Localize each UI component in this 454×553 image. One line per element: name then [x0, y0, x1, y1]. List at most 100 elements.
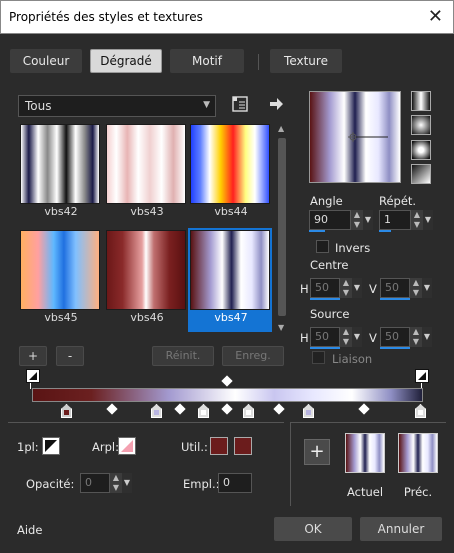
- gradient-swatch: [106, 124, 186, 204]
- midpoint-icon[interactable]: [106, 403, 118, 415]
- source-h-input[interactable]: 50: [310, 327, 340, 347]
- gradient-grid: vbs42 vbs43 vbs44 vbs45 vbs46 vbs47: [20, 124, 272, 334]
- add-stop-button[interactable]: +: [19, 346, 47, 366]
- gradient-swatch: [106, 230, 186, 310]
- angle-dropdown-icon[interactable]: ▼: [363, 210, 373, 230]
- angle-input[interactable]: 90: [309, 210, 351, 230]
- gradient-label: vbs43: [130, 205, 164, 218]
- opacity-label: Opacité:: [26, 477, 75, 491]
- repeats-dropdown-icon[interactable]: ▼: [423, 210, 433, 230]
- color-stop[interactable]: [61, 404, 72, 418]
- opacity-spinner[interactable]: ▲ ▼: [110, 473, 122, 493]
- source-v-spinner[interactable]: ▲ ▼: [410, 327, 422, 347]
- user-color-label: Util.:: [181, 440, 208, 454]
- opacity-midpoint-icon[interactable]: [221, 375, 233, 387]
- midpoint-icon[interactable]: [221, 403, 233, 415]
- gradient-bar[interactable]: [32, 388, 423, 402]
- current-preview[interactable]: [345, 433, 385, 473]
- scroll-up-icon[interactable]: ▲: [278, 124, 284, 133]
- ok-button[interactable]: OK: [274, 517, 352, 541]
- center-h-slider[interactable]: [310, 298, 340, 300]
- repeats-slider[interactable]: [379, 230, 391, 232]
- save-button[interactable]: Enreg.: [222, 346, 284, 366]
- tab-couleur[interactable]: Couleur: [10, 49, 82, 73]
- previous-preview[interactable]: [398, 433, 438, 473]
- open-library-icon[interactable]: [232, 96, 248, 112]
- source-h-dropdown-icon[interactable]: ▼: [352, 327, 362, 347]
- angle-spinner[interactable]: ▲ ▼: [351, 210, 363, 230]
- link-checkbox[interactable]: [312, 351, 325, 364]
- gradient-label: vbs44: [214, 205, 248, 218]
- color-stop[interactable]: [415, 404, 426, 418]
- repeats-spinner[interactable]: ▲ ▼: [411, 210, 423, 230]
- title-bar: Propriétés des styles et textures ✕: [0, 0, 454, 34]
- opacity-stop-end[interactable]: [415, 369, 429, 383]
- color-stop[interactable]: [151, 404, 162, 418]
- close-icon[interactable]: ✕: [428, 6, 443, 27]
- gradient-cell[interactable]: vbs44: [190, 124, 272, 220]
- arrow-right-icon[interactable]: [268, 96, 284, 112]
- color-stop[interactable]: [243, 404, 254, 418]
- source-v-dropdown-icon[interactable]: ▼: [422, 327, 432, 347]
- source-h-slider[interactable]: [310, 347, 340, 349]
- sunburst-type-icon[interactable]: [411, 140, 431, 160]
- help-link[interactable]: Aide: [17, 523, 42, 537]
- midpoint-icon[interactable]: [358, 403, 370, 415]
- color-stop[interactable]: [303, 404, 314, 418]
- tab-degrade[interactable]: Dégradé: [90, 49, 162, 73]
- gradient-cell[interactable]: vbs43: [106, 124, 188, 220]
- rectangular-type-icon[interactable]: [411, 115, 431, 135]
- color-stop[interactable]: [198, 404, 209, 418]
- center-v-input[interactable]: 50: [380, 278, 410, 298]
- cancel-button[interactable]: Annuler: [360, 517, 442, 541]
- tab-motif[interactable]: Motif: [170, 49, 244, 73]
- gradient-cell[interactable]: vbs46: [106, 230, 188, 326]
- center-label: Centre: [310, 258, 349, 272]
- center-h-spinner[interactable]: ▲ ▼: [340, 278, 352, 298]
- opacity-stop-start[interactable]: [26, 369, 40, 383]
- gradient-swatch: [20, 124, 100, 204]
- linear-type-icon[interactable]: [411, 91, 431, 111]
- chevron-down-icon: ▼: [203, 100, 210, 110]
- gradient-swatch: [20, 230, 100, 310]
- user-color-swatch-alt[interactable]: [234, 437, 252, 455]
- invert-checkbox[interactable]: [316, 240, 329, 253]
- scroll-down-icon[interactable]: ▼: [278, 323, 284, 332]
- gradient-label: vbs46: [130, 311, 164, 324]
- opacity-input[interactable]: 0: [80, 473, 110, 493]
- location-input[interactable]: 0: [218, 473, 252, 493]
- radial-type-icon[interactable]: [411, 164, 431, 184]
- center-v-slider[interactable]: [380, 298, 410, 300]
- opacity-dropdown-icon[interactable]: ▼: [122, 473, 132, 493]
- center-h-dropdown-icon[interactable]: ▼: [352, 278, 362, 298]
- source-v-slider[interactable]: [380, 347, 410, 349]
- source-label: Source: [310, 307, 350, 321]
- gradient-label: vbs45: [44, 311, 78, 324]
- angle-slider[interactable]: [309, 230, 325, 232]
- foreground-swatch-icon[interactable]: [42, 437, 60, 455]
- foreground-label: 1pl:: [17, 440, 39, 454]
- repeats-input[interactable]: 1: [379, 210, 411, 230]
- remove-stop-button[interactable]: -: [56, 346, 84, 366]
- category-select[interactable]: Tous ▼: [18, 95, 216, 117]
- category-select-value: Tous: [25, 99, 52, 113]
- midpoint-icon[interactable]: [273, 403, 285, 415]
- angle-label: Angle: [310, 194, 343, 208]
- source-v-input[interactable]: 50: [380, 327, 410, 347]
- reset-button[interactable]: Réinit.: [152, 346, 214, 366]
- tab-texture[interactable]: Texture: [270, 49, 342, 73]
- scrollbar-thumb[interactable]: [278, 138, 286, 316]
- background-swatch-icon[interactable]: [118, 437, 136, 455]
- midpoint-icon[interactable]: [174, 403, 186, 415]
- gradient-preview[interactable]: [309, 91, 401, 183]
- source-h-spinner[interactable]: ▲ ▼: [340, 327, 352, 347]
- add-swatch-button[interactable]: +: [304, 439, 330, 465]
- gradient-cell[interactable]: vbs42: [20, 124, 102, 220]
- center-v-spinner[interactable]: ▲ ▼: [410, 278, 422, 298]
- gradient-cell-selected[interactable]: vbs47: [188, 228, 272, 332]
- center-h-label: H: [300, 282, 309, 296]
- user-color-swatch[interactable]: [210, 437, 228, 455]
- center-v-dropdown-icon[interactable]: ▼: [422, 278, 432, 298]
- gradient-cell[interactable]: vbs45: [20, 230, 102, 326]
- center-h-input[interactable]: 50: [310, 278, 340, 298]
